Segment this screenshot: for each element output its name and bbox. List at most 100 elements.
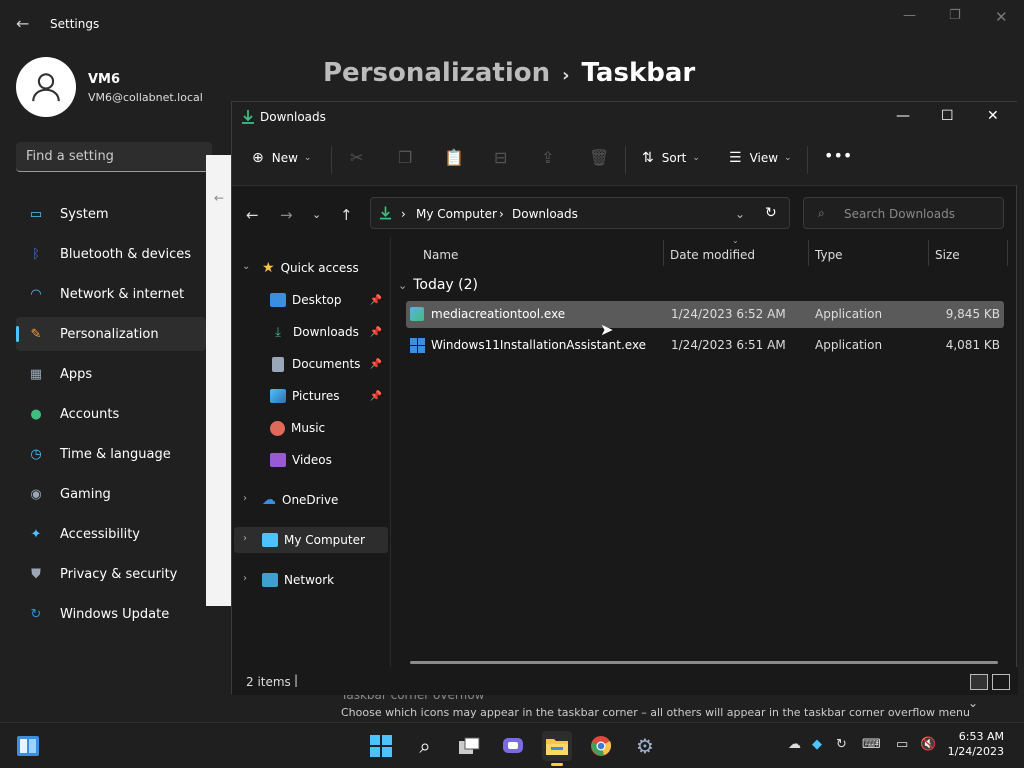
back-arrow-icon[interactable]: ← [16, 14, 29, 33]
minimize-icon[interactable]: — [903, 8, 916, 23]
minimize-icon[interactable]: — [896, 108, 910, 124]
tree-item-videos[interactable]: Videos [270, 447, 332, 473]
gamepad-icon: ◉ [30, 486, 42, 502]
clock[interactable]: 6:53 AM 1/24/2023 [948, 729, 1004, 759]
share-icon[interactable]: ⇪ [541, 148, 554, 167]
chevron-down-icon[interactable]: ⌄ [968, 696, 978, 710]
find-setting-input[interactable]: Find a setting [16, 142, 212, 172]
network-status-icon[interactable]: ▭ [896, 737, 908, 752]
tree-item-documents[interactable]: Documents 📌 [270, 351, 386, 377]
breadcrumb-parent[interactable]: Personalization [323, 58, 550, 88]
sidebar-item-personalization[interactable]: ✎ Personalization [16, 317, 206, 351]
maximize-icon[interactable]: ☐ [941, 108, 954, 124]
back-icon[interactable]: ← [246, 206, 259, 224]
chevron-right-icon[interactable]: › [243, 493, 247, 504]
divider[interactable] [663, 240, 664, 266]
tree-item-my-computer[interactable]: My Computer [234, 527, 388, 553]
column-date[interactable]: Date modified [670, 248, 755, 262]
group-header[interactable]: ⌄ Today (2) [398, 277, 478, 293]
search-icon[interactable]: ⌕ [410, 731, 440, 761]
chevron-down-icon[interactable]: ⌄ [242, 261, 250, 272]
chevron-right-icon: › [562, 65, 570, 86]
search-input[interactable]: ⌕ Search Downloads [803, 197, 1004, 229]
clock-globe-icon: ◷ [30, 446, 42, 462]
view-button[interactable]: ☰ View ⌄ [729, 150, 792, 166]
pin-icon[interactable]: 📌 [370, 391, 382, 402]
horizontal-scrollbar[interactable] [410, 661, 998, 664]
avatar[interactable] [16, 57, 76, 117]
chrome-icon[interactable] [586, 731, 616, 761]
divider[interactable] [928, 240, 929, 266]
refresh-icon[interactable]: ↻ [765, 205, 777, 221]
address-bar[interactable]: › My Computer › Downloads ⌄ ↻ [370, 197, 790, 229]
chevron-right-icon[interactable]: › [243, 573, 247, 584]
volume-muted-icon[interactable]: 🔇 [920, 737, 936, 752]
details-view-icon[interactable] [970, 674, 988, 690]
sync-icon[interactable]: ↻ [836, 737, 847, 752]
forward-icon[interactable]: → [280, 206, 293, 224]
file-type: Application [815, 338, 883, 352]
delete-icon[interactable]: 🗑 [589, 148, 609, 167]
quick-access-item[interactable]: ★ Quick access [262, 255, 359, 281]
recent-chevron-icon[interactable]: ⌄ [312, 208, 321, 221]
pin-icon[interactable]: 📌 [370, 295, 382, 306]
task-view-icon[interactable] [454, 731, 484, 761]
tree-item-downloads[interactable]: ⤓ Downloads 📌 [270, 319, 386, 345]
chevron-right-icon[interactable]: › [243, 533, 247, 544]
new-button[interactable]: ⊕ New ⌄ [252, 150, 311, 166]
sidebar-item-apps[interactable]: ▦ Apps [16, 357, 206, 391]
pin-icon[interactable]: 📌 [370, 359, 382, 370]
tree-item-network[interactable]: Network [262, 567, 334, 593]
sidebar-item-system[interactable]: ▭ System [16, 197, 206, 231]
divider[interactable] [808, 240, 809, 266]
tree-item-pictures[interactable]: Pictures 📌 [270, 383, 386, 409]
close-icon[interactable]: ✕ [987, 108, 999, 124]
sidebar-item-gaming[interactable]: ◉ Gaming [16, 477, 206, 511]
cut-icon[interactable]: ✂ [350, 148, 363, 167]
chat-icon[interactable] [498, 731, 528, 761]
sidebar-item-accessibility[interactable]: ✦ Accessibility [16, 517, 206, 551]
keyboard-icon[interactable]: ⌨ [862, 737, 881, 752]
sidebar-item-label: Apps [60, 366, 93, 382]
start-icon[interactable] [366, 731, 396, 761]
sort-button[interactable]: ⇅ Sort ⌄ [642, 150, 700, 166]
sidebar-item-network-internet[interactable]: ◠ Network & internet [16, 277, 206, 311]
sidebar-item-windows-update[interactable]: ↻ Windows Update [16, 597, 206, 631]
sidebar-item-time-language[interactable]: ◷ Time & language [16, 437, 206, 471]
sidebar-item-accounts[interactable]: ● Accounts [16, 397, 206, 431]
tree-item-desktop[interactable]: Desktop 📌 [270, 287, 386, 313]
sidebar-item-privacy-security[interactable]: ⛊ Privacy & security [16, 557, 206, 591]
maximize-icon[interactable]: ❐ [949, 8, 961, 23]
address-root[interactable]: My Computer [416, 207, 497, 221]
widgets-icon[interactable] [13, 731, 43, 761]
search-placeholder: Search Downloads [844, 207, 955, 221]
table-row[interactable]: mediacreationtool.exe 1/24/2023 6:52 AM … [406, 301, 1004, 328]
address-folder[interactable]: Downloads [512, 207, 578, 221]
tree-item-music[interactable]: Music [270, 415, 325, 441]
column-name[interactable]: Name [423, 248, 458, 262]
close-icon[interactable]: ✕ [995, 8, 1008, 26]
tree-item-onedrive[interactable]: ☁ OneDrive [262, 487, 338, 513]
overflow-description: Choose which icons may appear in the tas… [341, 706, 970, 719]
divider[interactable] [1007, 240, 1008, 266]
pin-icon[interactable]: 📌 [370, 327, 382, 338]
sidebar-item-label: Privacy & security [60, 566, 178, 582]
table-row[interactable]: Windows11InstallationAssistant.exe 1/24/… [406, 332, 1004, 359]
chevron-down-icon[interactable]: ⌄ [735, 207, 745, 221]
explorer-title: Downloads [260, 110, 326, 124]
column-type[interactable]: Type [815, 248, 843, 262]
tree-label: Downloads [293, 325, 359, 339]
file-explorer-icon[interactable] [542, 731, 572, 766]
tiles-view-icon[interactable] [992, 674, 1010, 690]
rename-icon[interactable]: ⊟ [494, 148, 507, 167]
paste-icon[interactable]: 📋 [444, 148, 464, 167]
copy-icon[interactable]: ❐ [398, 148, 412, 167]
onedrive-off-icon[interactable]: ☁ [788, 737, 801, 752]
up-icon[interactable]: ↑ [340, 206, 353, 224]
sidebar-item-bluetooth-devices[interactable]: ᛒ Bluetooth & devices [16, 237, 206, 271]
settings-gear-icon[interactable]: ⚙ [630, 731, 660, 761]
more-icon[interactable]: ••• [824, 146, 852, 165]
view-icon: ☰ [729, 150, 742, 166]
column-size[interactable]: Size [935, 248, 960, 262]
security-icon[interactable]: ◆ [812, 737, 822, 752]
